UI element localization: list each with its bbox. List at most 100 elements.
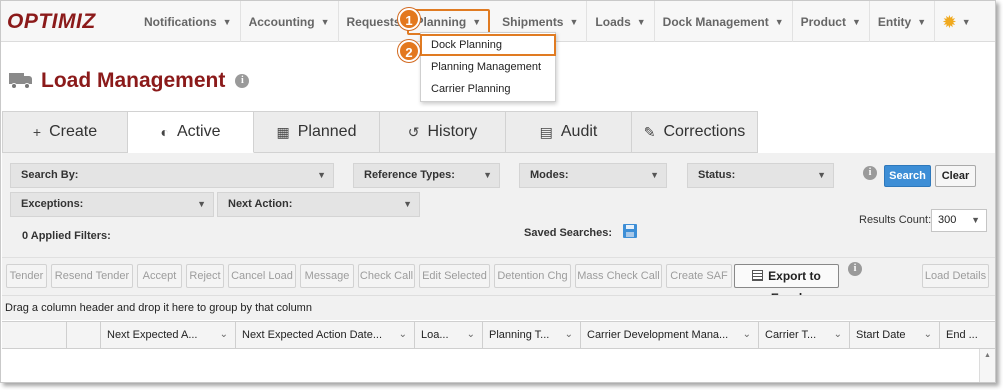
status-select[interactable]: Status: ▼ <box>687 163 834 188</box>
exceptions-select[interactable]: Exceptions: ▼ <box>10 192 214 217</box>
chevron-down-icon: ▼ <box>650 170 659 180</box>
column-header[interactable]: Next Expected A... ⌄ <box>100 322 235 349</box>
truck-icon <box>9 73 33 89</box>
chevron-down-icon: ▼ <box>472 16 482 27</box>
action-toolbar: Tender Resend Tender Accept Reject Cance… <box>2 257 995 305</box>
step-badge-1: 1 <box>398 8 420 30</box>
select-label: Exceptions: <box>21 198 84 210</box>
grid-header: Next Expected A... ⌄ Next Expected Action… <box>2 321 995 349</box>
info-icon[interactable]: i <box>848 262 862 276</box>
chevron-down-icon: ⌄ <box>219 329 228 340</box>
tab-label: Create <box>49 123 98 140</box>
tab-planned[interactable]: ▦ Planned <box>254 111 380 153</box>
load-tabs: + Create ◐ Active ▦ Planned ↺ History ▤ Audit… <box>2 111 758 153</box>
tab-label: Planned <box>297 123 357 140</box>
tab-label: Audit <box>560 123 598 140</box>
message-button[interactable]: Message <box>300 264 354 288</box>
column-title: Carrier Development Mana... <box>587 329 729 341</box>
nav-menu: Notifications ▼ Accounting ▼ Requests Plan… <box>136 1 979 42</box>
chevron-down-icon: ▼ <box>320 16 330 27</box>
nav-product[interactable]: Product ▼ <box>793 1 870 42</box>
grid-body: ▲ <box>2 349 995 382</box>
chevron-down-icon: ▼ <box>851 16 861 27</box>
vertical-scrollbar[interactable]: ▲ <box>979 349 995 382</box>
accept-button[interactable]: Accept <box>137 264 182 288</box>
chevron-down-icon: ▼ <box>317 170 326 180</box>
column-title: End ... <box>946 329 978 341</box>
column-header[interactable]: Planning T... ⌄ <box>482 322 580 349</box>
column-title: Loa... <box>421 329 449 341</box>
tab-active[interactable]: ◐ Active <box>128 111 254 153</box>
load-details-button[interactable]: Load Details <box>922 264 989 288</box>
column-header[interactable]: Loa... ⌄ <box>414 322 482 349</box>
reference-types-select[interactable]: Reference Types: ▼ <box>353 163 500 188</box>
cancel-load-button[interactable]: Cancel Load <box>228 264 296 288</box>
row-action-column[interactable] <box>66 322 100 349</box>
group-by-bar[interactable]: Drag a column header and drop it here to… <box>2 295 995 320</box>
app-logo: OPTIMIZ <box>7 10 96 33</box>
select-label: Reference Types: <box>364 169 455 181</box>
nav-label: Planning <box>415 14 467 29</box>
gear-icon: ✹ <box>943 13 956 31</box>
search-by-select[interactable]: Search By: ▼ <box>10 163 334 188</box>
chevron-down-icon: ▼ <box>222 16 232 27</box>
nav-notifications[interactable]: Notifications ▼ <box>136 1 241 42</box>
nav-settings[interactable]: ✹ ▼ <box>935 1 979 42</box>
tab-corrections[interactable]: ✎ Corrections <box>632 111 758 153</box>
column-header[interactable]: Next Expected Action Date... ⌄ <box>235 322 414 349</box>
nav-loads[interactable]: Loads ▼ <box>587 1 655 42</box>
detention-chg-button[interactable]: Detention Chg <box>494 264 571 288</box>
reject-button[interactable]: Reject <box>186 264 224 288</box>
select-column[interactable] <box>2 322 66 349</box>
menu-item-planning-management[interactable]: Planning Management <box>421 56 555 78</box>
tab-create[interactable]: + Create <box>2 111 128 153</box>
clear-button[interactable]: Clear <box>935 165 976 187</box>
menu-item-dock-planning[interactable]: Dock Planning <box>420 34 556 56</box>
menu-item-carrier-planning[interactable]: Carrier Planning <box>421 78 555 100</box>
export-to-excel-button[interactable]: Export to Excel <box>734 264 839 305</box>
search-button[interactable]: Search <box>884 165 931 187</box>
tab-history[interactable]: ↺ History <box>380 111 506 153</box>
create-saf-button[interactable]: Create SAF <box>666 264 732 288</box>
check-call-button[interactable]: Check Call <box>358 264 415 288</box>
chevron-down-icon: ▼ <box>483 170 492 180</box>
page-title-text: Load Management <box>41 69 226 92</box>
info-icon[interactable]: i <box>235 74 250 88</box>
results-count-select[interactable]: 300 ▼ <box>931 209 987 232</box>
nav-requests[interactable]: Requests <box>339 1 403 42</box>
nav-entity[interactable]: Entity ▼ <box>870 1 936 42</box>
column-header[interactable]: Carrier Development Mana... ⌄ <box>580 322 758 349</box>
chevron-down-icon: ▼ <box>197 199 206 209</box>
save-icon[interactable] <box>623 224 637 238</box>
nav-dock-management[interactable]: Dock Management ▼ <box>655 1 793 42</box>
modes-select[interactable]: Modes: ▼ <box>519 163 667 188</box>
tab-label: Active <box>176 123 221 140</box>
tender-button[interactable]: Tender <box>6 264 47 288</box>
nav-label: Notifications <box>144 14 217 29</box>
chevron-down-icon: ⌄ <box>466 329 475 340</box>
history-icon: ↺ <box>407 123 420 140</box>
planning-dropdown-menu: Dock Planning Planning Management Carrie… <box>420 32 556 102</box>
chevron-down-icon: ⌄ <box>742 329 751 340</box>
column-header[interactable]: Carrier T... ⌄ <box>758 322 849 349</box>
column-title: Next Expected A... <box>107 329 198 341</box>
chevron-down-icon: ▼ <box>636 16 646 27</box>
column-header[interactable]: Start Date ⌄ <box>849 322 939 349</box>
filter-panel: Search By: ▼ Reference Types: ▼ Modes: ▼ St… <box>2 153 995 257</box>
nav-label: Entity <box>877 14 912 29</box>
mass-check-call-button[interactable]: Mass Check Call <box>575 264 662 288</box>
resend-tender-button[interactable]: Resend Tender <box>51 264 133 288</box>
nav-accounting[interactable]: Accounting ▼ <box>241 1 339 42</box>
circle-half-icon: ◐ <box>160 124 169 140</box>
column-header[interactable]: End ... <box>939 322 979 349</box>
tab-audit[interactable]: ▤ Audit <box>506 111 632 153</box>
chevron-down-icon: ▼ <box>569 16 579 27</box>
select-label: Status: <box>698 169 736 181</box>
select-label: Next Action: <box>228 198 293 210</box>
edit-selected-button[interactable]: Edit Selected <box>419 264 490 288</box>
info-icon[interactable]: i <box>863 166 877 180</box>
applied-filters-label: 0 Applied Filters: <box>22 230 111 242</box>
select-label: Search By: <box>21 169 79 181</box>
next-action-select[interactable]: Next Action: ▼ <box>217 192 420 217</box>
arrow-up-icon[interactable]: ▲ <box>984 352 991 359</box>
